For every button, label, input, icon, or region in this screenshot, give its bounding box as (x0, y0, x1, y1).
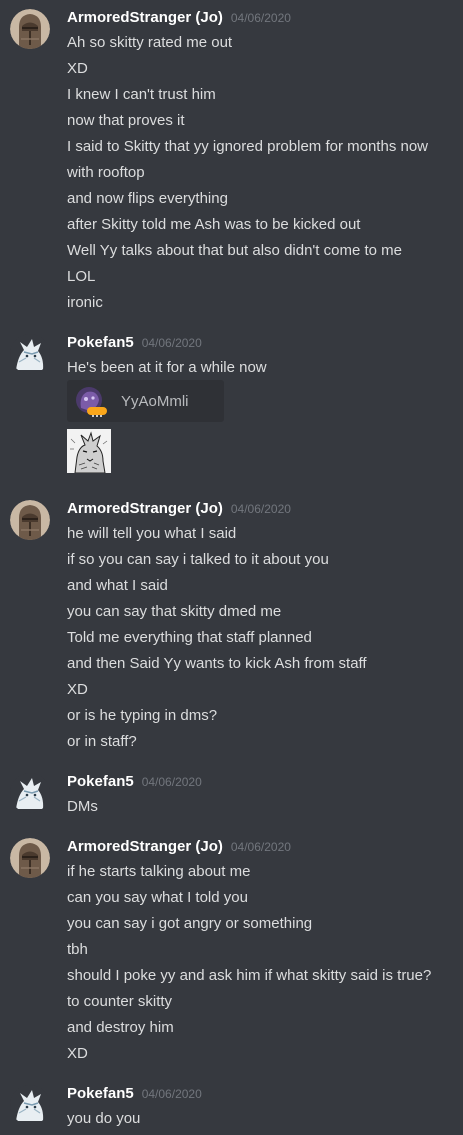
orange-status-badge-icon (87, 407, 107, 417)
username[interactable]: ArmoredStranger (Jo) (67, 500, 223, 517)
message-content: he will tell you what I said if so you c… (67, 521, 457, 755)
white-wolf-avatar-icon[interactable] (10, 773, 50, 813)
message-line: now that proves it (67, 112, 185, 129)
message-line: Well Yy talks about that but also didn't… (67, 242, 402, 259)
armored-knight-avatar-icon[interactable] (10, 500, 50, 540)
timestamp: 04/06/2020 (230, 502, 291, 516)
timestamp: 04/06/2020 (141, 336, 202, 350)
message-content: He's been at it for a while now (67, 355, 457, 381)
white-wolf-avatar-icon[interactable] (10, 334, 50, 374)
armored-knight-avatar-icon[interactable] (10, 9, 50, 49)
message-line: after Skitty told me Ash was to be kicke… (67, 216, 361, 233)
timestamp: 04/06/2020 (230, 11, 291, 25)
message-line: LOL (67, 268, 96, 285)
message-line: if so you can say i talked to it about y… (67, 551, 329, 568)
username[interactable]: Pokefan5 (67, 773, 134, 790)
message-line: and destroy him (67, 1019, 174, 1036)
message-line: you can say i got angry or something (67, 915, 313, 932)
message-line: I said to Skitty that yy ignored problem… (67, 138, 429, 181)
message-line: or in staff? (67, 733, 137, 750)
message-line: Ah so skitty rated me out (67, 34, 233, 51)
message-header: Pokefan5 04/06/2020 (67, 773, 202, 793)
timestamp: 04/06/2020 (230, 840, 291, 854)
message-content: Ah so skitty rated me out XD I knew I ca… (67, 30, 457, 316)
message-line: XD (67, 681, 88, 698)
message-content: DMs (67, 794, 457, 820)
message-line: should I poke yy and ask him if what ski… (67, 967, 432, 984)
message-line: Told me everything that staff planned (67, 629, 312, 646)
timestamp: 04/06/2020 (141, 1087, 202, 1101)
message-content: you do you (67, 1106, 457, 1132)
message-line: you do you (67, 1110, 141, 1127)
message-line: you can say that skitty dmed me (67, 603, 282, 620)
message-content: if he starts talking about me can you sa… (67, 859, 457, 1067)
message-header: Pokefan5 04/06/2020 (67, 1085, 202, 1105)
message-line: to counter skitty (67, 993, 173, 1010)
message-header: ArmoredStranger (Jo) 04/06/2020 (67, 9, 291, 29)
username[interactable]: ArmoredStranger (Jo) (67, 838, 223, 855)
white-wolf-avatar-icon[interactable] (10, 1085, 50, 1125)
message-line: tbh (67, 941, 88, 958)
message-line: or is he typing in dms? (67, 707, 218, 724)
message-line: XD (67, 1045, 88, 1062)
message-line: if he starts talking about me (67, 863, 251, 880)
message-header: Pokefan5 04/06/2020 (67, 334, 202, 354)
username[interactable]: Pokefan5 (67, 1085, 134, 1102)
username[interactable]: Pokefan5 (67, 334, 134, 351)
timestamp: 04/06/2020 (141, 775, 202, 789)
message-line: and now flips everything (67, 190, 228, 207)
armored-knight-avatar-icon[interactable] (10, 838, 50, 878)
message-line: ironic (67, 294, 103, 311)
message-line: He's been at it for a while now (67, 359, 267, 376)
wolf-sketch-sticker-icon[interactable] (67, 429, 111, 474)
mention-username: YyAoMmli (121, 393, 189, 410)
message-line: XD (67, 60, 88, 77)
message-line: and what I said (67, 577, 168, 594)
message-line: DMs (67, 798, 98, 815)
message-line: and then Said Yy wants to kick Ash from … (67, 655, 367, 672)
message-header: ArmoredStranger (Jo) 04/06/2020 (67, 500, 291, 520)
message-line: he will tell you what I said (67, 525, 237, 542)
message-line: can you say what I told you (67, 889, 248, 906)
username[interactable]: ArmoredStranger (Jo) (67, 9, 223, 26)
message-line: I knew I can't trust him (67, 86, 216, 103)
user-mention-card[interactable]: YyAoMmli (67, 380, 224, 422)
message-header: ArmoredStranger (Jo) 04/06/2020 (67, 838, 291, 858)
